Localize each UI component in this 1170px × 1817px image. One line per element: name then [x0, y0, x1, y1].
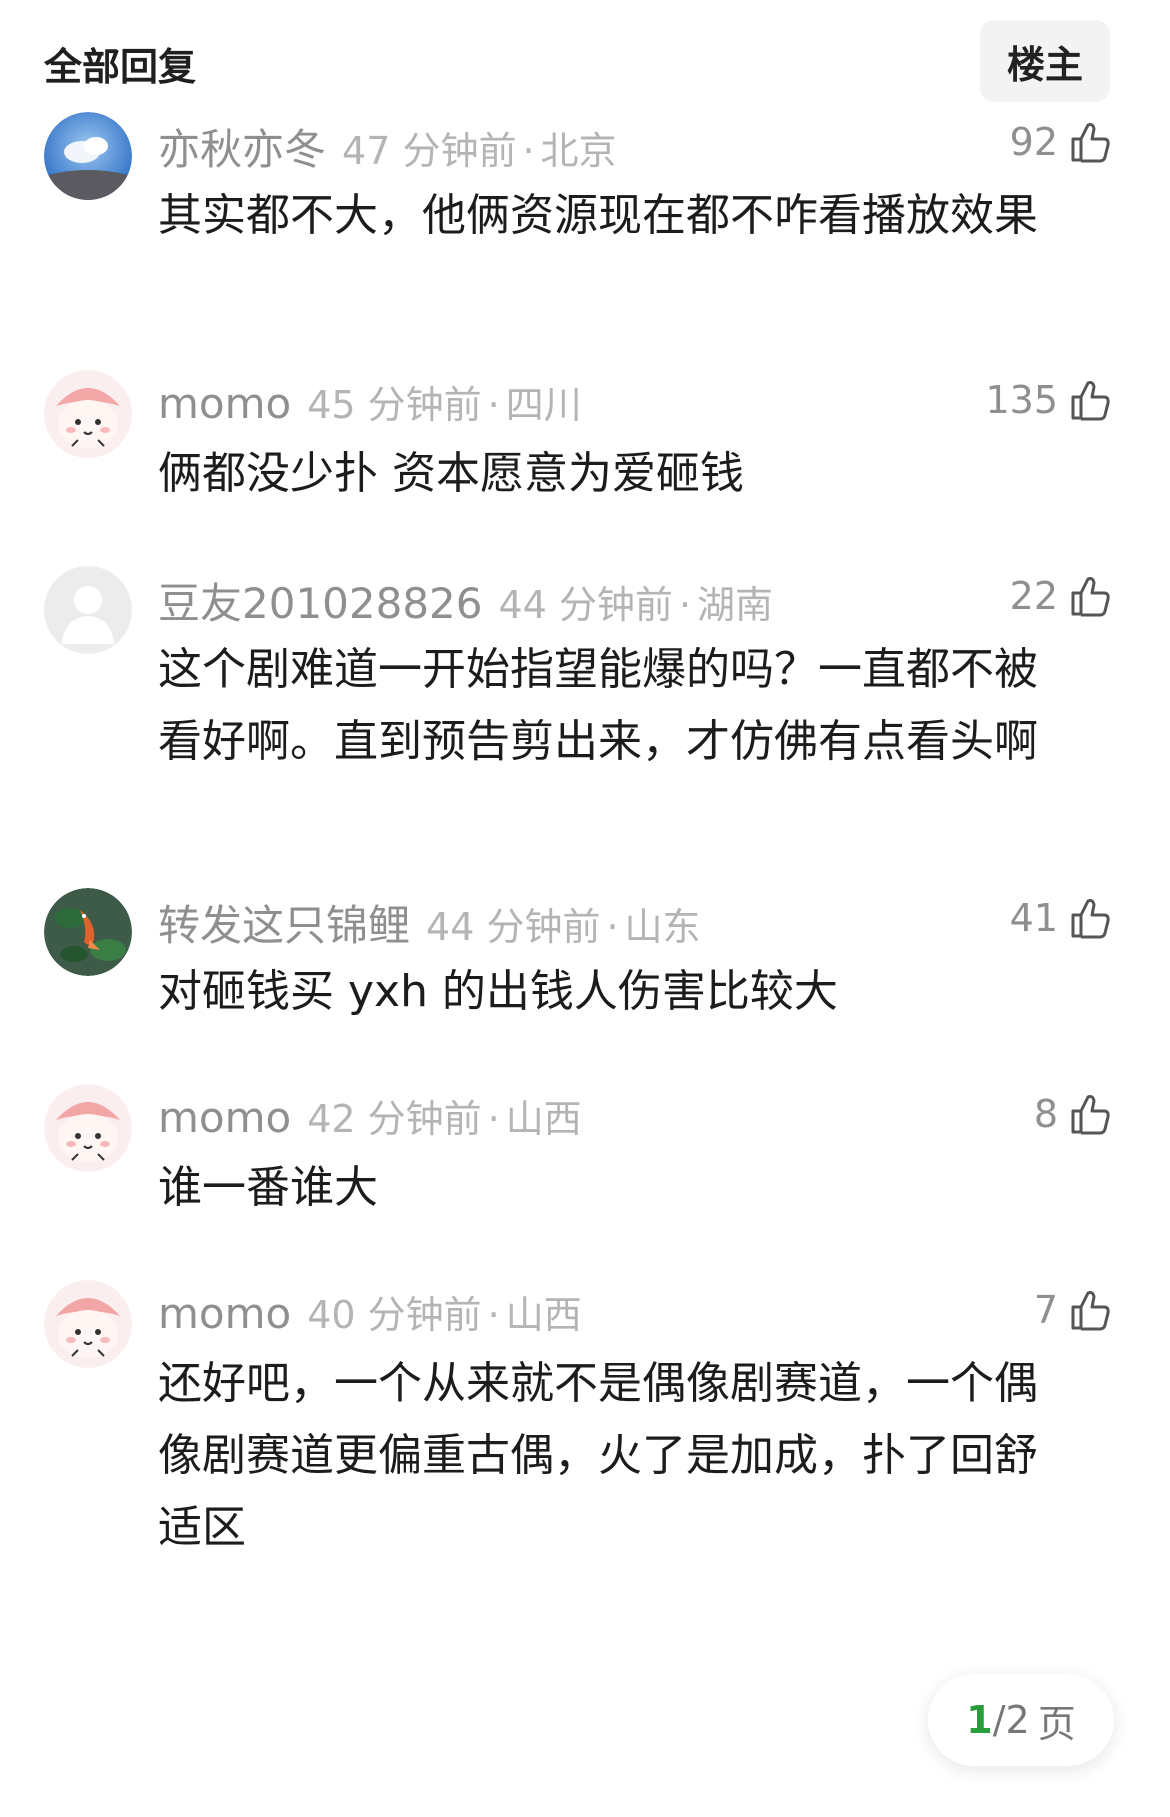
location: 四川 [505, 383, 582, 427]
comment-meta: momo 42 分钟前 · 山西 [158, 1088, 582, 1144]
like-count: 22 [1009, 574, 1058, 618]
like-count: 8 [1033, 1092, 1058, 1136]
page-unit: 页 [1037, 1701, 1076, 1746]
separator-dot: · [522, 129, 535, 173]
pink-cartoon-avatar [44, 1084, 132, 1172]
location: 北京 [540, 129, 617, 173]
like-count: 92 [1009, 120, 1058, 164]
username[interactable]: momo [158, 1093, 291, 1142]
location: 湖南 [697, 583, 774, 627]
comment-text: 还好吧，一个从来就不是偶像剧赛道，一个偶像剧赛道更偏重古偶，火了是加成，扑了回舒… [158, 1358, 1038, 1553]
comment-meta: 豆友201028826 44 分钟前 · 湖南 [158, 570, 774, 628]
thumbs-up-icon[interactable] [1068, 1092, 1112, 1136]
avatar[interactable] [44, 566, 132, 654]
page-indicator[interactable]: 1 / 2 页 [928, 1674, 1114, 1766]
avatar[interactable] [44, 370, 132, 458]
avatar[interactable] [44, 1084, 132, 1172]
thumbs-up-icon[interactable] [1068, 574, 1112, 618]
separator-dot: · [487, 1097, 500, 1141]
current-page: 1 [966, 1698, 993, 1742]
sky-photo-avatar [44, 112, 132, 200]
like-button[interactable]: 135 [985, 370, 1112, 430]
like-count: 7 [1033, 1288, 1058, 1332]
comment-text: 这个剧难道一开始指望能爆的吗？一直都不被看好啊。直到预告剪出来，才仿佛有点看头啊 [158, 644, 1038, 767]
avatar[interactable] [44, 888, 132, 976]
username[interactable]: 转发这只锦鲤 [158, 892, 410, 953]
comment-meta: momo 40 分钟前 · 山西 [158, 1284, 582, 1340]
like-button[interactable]: 8 [1034, 1084, 1112, 1144]
timestamp: 44 分钟前 [498, 583, 673, 627]
comment-meta: 转发这只锦鲤 44 分钟前 · 山东 [158, 892, 701, 950]
like-button[interactable]: 41 [1010, 888, 1112, 948]
like-count: 135 [985, 378, 1058, 422]
default-person-avatar [44, 566, 132, 654]
header: 全部回复 楼主 [0, 0, 1170, 110]
like-button[interactable]: 7 [1034, 1280, 1112, 1340]
timestamp: 44 分钟前 [426, 905, 601, 949]
pink-cartoon-avatar [44, 1280, 132, 1368]
separator-dot: · [487, 383, 500, 427]
comment-text: 俩都没少扑 资本愿意为爱砸钱 [158, 448, 744, 499]
location: 山西 [505, 1293, 582, 1337]
comment-meta: 亦秋亦冬 47 分钟前 · 北京 [158, 116, 617, 174]
page-separator: / [992, 1698, 1006, 1742]
timestamp: 42 分钟前 [307, 1097, 482, 1141]
timestamp: 40 分钟前 [307, 1293, 482, 1337]
thumbs-up-icon[interactable] [1068, 896, 1112, 940]
comment-meta: momo 45 分钟前 · 四川 [158, 374, 582, 430]
pink-cartoon-avatar [44, 370, 132, 458]
username[interactable]: momo [158, 1289, 291, 1338]
comment-text: 谁一番谁大 [158, 1162, 378, 1213]
location: 山西 [505, 1097, 582, 1141]
separator-dot: · [487, 1293, 500, 1337]
timestamp: 45 分钟前 [307, 383, 482, 427]
thumbs-up-icon[interactable] [1068, 378, 1112, 422]
like-count: 41 [1009, 896, 1058, 940]
timestamp: 47 分钟前 [342, 129, 517, 173]
comment-text: 其实都不大，他俩资源现在都不咋看播放效果 [158, 190, 1038, 241]
thumbs-up-icon[interactable] [1068, 1288, 1112, 1332]
username[interactable]: 豆友201028826 [158, 570, 483, 631]
comment-text: 对砸钱买 yxh 的出钱人伤害比较大 [158, 966, 838, 1017]
like-button[interactable]: 22 [1010, 566, 1112, 626]
avatar[interactable] [44, 112, 132, 200]
username[interactable]: 亦秋亦冬 [158, 116, 326, 177]
op-only-button[interactable]: 楼主 [980, 20, 1110, 102]
avatar[interactable] [44, 1280, 132, 1368]
separator-dot: · [606, 905, 619, 949]
page-title: 全部回复 [44, 45, 197, 89]
separator-dot: · [678, 583, 692, 627]
like-button[interactable]: 92 [1010, 112, 1112, 172]
location: 山东 [624, 905, 701, 949]
koi-painting-avatar [44, 888, 132, 976]
thumbs-up-icon[interactable] [1068, 120, 1112, 164]
total-pages: 2 [1005, 1698, 1030, 1742]
username[interactable]: momo [158, 379, 291, 428]
